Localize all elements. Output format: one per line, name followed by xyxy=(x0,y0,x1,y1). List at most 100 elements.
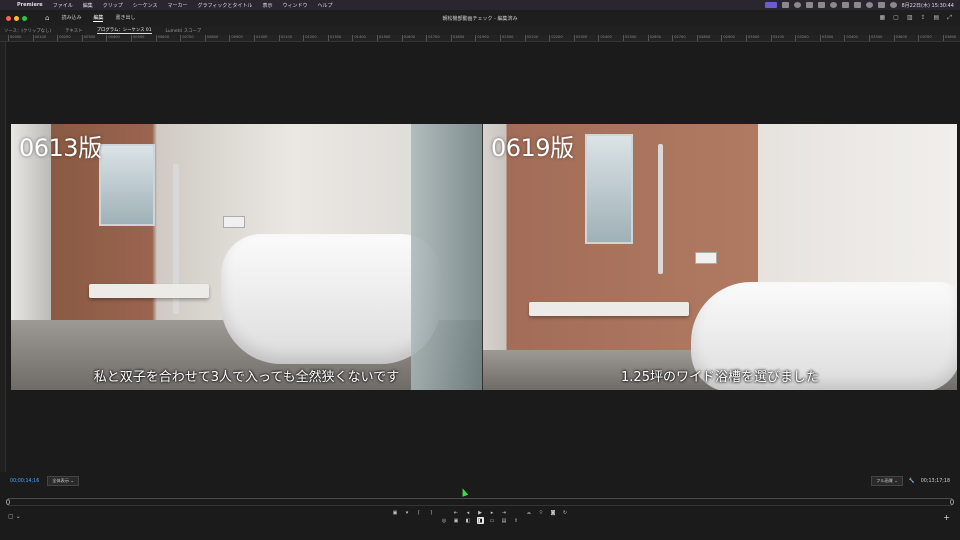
status-icon[interactable] xyxy=(805,2,813,8)
ruler-tick: 00500 xyxy=(131,35,145,41)
fit-dropdown[interactable]: 全体表示 ⌄ xyxy=(47,476,79,486)
comparison-view-icon[interactable]: ◧ xyxy=(465,517,472,524)
marker-icon[interactable]: ▾ xyxy=(404,509,411,516)
tab-text[interactable]: テキスト xyxy=(65,28,82,34)
app-header: ⌂ 読み込み 編集 書き出し 朝松機部動画チェック - 編集済み ▦ ▢ ▥ ⇪… xyxy=(0,10,960,26)
status-icon[interactable] xyxy=(817,2,825,8)
mark-out-icon[interactable]: ⌉ xyxy=(428,509,435,516)
tab-export[interactable]: 書き出し xyxy=(115,14,135,22)
horizontal-ruler: 00000 00100 00200 00300 00400 00500 00600 00700… xyxy=(0,35,960,42)
wifi-icon[interactable] xyxy=(865,2,873,8)
export-frame-icon[interactable]: ◙ xyxy=(550,509,557,516)
quick-export-icon[interactable]: ▤ xyxy=(934,14,940,22)
status-icon[interactable] xyxy=(829,2,837,8)
overlay-icon[interactable]: ▭ xyxy=(489,517,496,524)
ruler-tick: 01700 xyxy=(426,35,440,41)
status-icon[interactable] xyxy=(841,2,849,8)
menu-marker[interactable]: マーカー xyxy=(163,2,193,9)
ruler-tick: 01600 xyxy=(401,35,416,41)
menu-view[interactable]: 表示 xyxy=(257,2,277,9)
home-icon[interactable]: ⌂ xyxy=(45,14,49,22)
ruler-tick: 02100 xyxy=(524,35,539,41)
control-panel xyxy=(695,252,717,264)
lock-icon[interactable]: ▣ xyxy=(392,509,399,516)
menu-help[interactable]: ヘルプ xyxy=(312,2,337,9)
plus-icon[interactable]: + xyxy=(943,513,950,522)
lift-icon[interactable]: ⌓ xyxy=(526,509,533,516)
quality-dropdown[interactable]: フル画質 ⌄ xyxy=(871,476,903,486)
menu-sequence[interactable]: シーケンス xyxy=(128,2,163,9)
out-handle[interactable] xyxy=(950,499,954,505)
panel-icon[interactable]: ▢ xyxy=(893,14,899,22)
minimize-window-icon[interactable] xyxy=(14,15,19,21)
transport-row-1: ▣ ▾ ⌈ ⌉ ⇤ ◂ ▶ ▸ ⇥ ⌓ ⌔ ◙ ↻ xyxy=(0,509,960,516)
scrub-bar[interactable] xyxy=(6,498,954,506)
document-title: 朝松機部動画チェック - 編集済み xyxy=(442,16,518,22)
layout-icon[interactable]: ▥ xyxy=(907,14,913,22)
mirror xyxy=(99,144,155,226)
maximize-window-icon[interactable] xyxy=(22,15,27,21)
menu-app[interactable]: Premiere xyxy=(12,2,48,8)
program-monitor[interactable]: 0613版 私と双子を合わせて3人で入っても全然狭くないです 0619版 1.2… xyxy=(6,42,960,472)
search-icon[interactable] xyxy=(877,2,885,8)
video-panel-right: 0619版 1.25坪のワイド浴槽を選びました xyxy=(483,124,957,390)
in-handle[interactable] xyxy=(6,499,10,505)
wrench-icon[interactable]: 🔧 xyxy=(909,479,915,484)
step-forward-icon[interactable]: ▸ xyxy=(489,509,496,516)
tab-source[interactable]: ソース：(クリップなし) xyxy=(4,28,51,34)
workspaces-icon[interactable]: ▦ xyxy=(879,14,885,22)
screen-record-icon[interactable] xyxy=(764,2,777,8)
fullscreen-icon[interactable]: ⤢ xyxy=(947,14,952,22)
step-back-icon[interactable]: ◂ xyxy=(465,509,472,516)
menu-edit[interactable]: 編集 xyxy=(78,2,98,9)
tab-lumetri-scopes[interactable]: Lumetri スコープ xyxy=(166,28,202,34)
go-to-out-icon[interactable]: ⇥ xyxy=(501,509,508,516)
ruler-tick: 02300 xyxy=(573,35,588,41)
menu-clip[interactable]: クリップ xyxy=(98,2,128,9)
ruler-tick: 00700 xyxy=(180,35,194,41)
video-frame: 0613版 私と双子を合わせて3人で入っても全然狭くないです 0619版 1.2… xyxy=(11,124,957,390)
tab-program[interactable]: プログラム：シーケンス 01 xyxy=(96,27,152,34)
multicam-icon[interactable]: ▣ xyxy=(453,517,460,524)
panel-tabs: ソース：(クリップなし) テキスト プログラム：シーケンス 01 Lumetri… xyxy=(0,26,960,35)
mark-in-icon[interactable]: ⌈ xyxy=(416,509,423,516)
ruler-tick: 01900 xyxy=(475,35,489,41)
ruler-tick: 03800 xyxy=(942,35,957,41)
battery-icon[interactable] xyxy=(853,2,861,8)
status-icon[interactable] xyxy=(781,2,789,8)
menu-window[interactable]: ウィンドウ xyxy=(277,2,312,9)
loop-icon[interactable]: ↻ xyxy=(562,509,569,516)
play-icon[interactable]: ▶ xyxy=(477,509,484,516)
menubar-status-area: 8月22日(木) 15:30:44 xyxy=(764,2,960,9)
ruler-tick: 00800 xyxy=(204,35,219,41)
ruler-tick: 03700 xyxy=(918,35,932,41)
split-view-icon[interactable]: ◨ xyxy=(476,517,484,524)
menu-file[interactable]: ファイル xyxy=(48,2,78,9)
share-icon[interactable]: ⇪ xyxy=(920,14,925,22)
control-center-icon[interactable] xyxy=(889,2,897,8)
go-to-in-icon[interactable]: ⇤ xyxy=(453,509,460,516)
ruler-tick: 00000 xyxy=(8,35,22,41)
safe-margins-icon[interactable]: ◎ xyxy=(441,517,448,524)
ruler-tick: 00300 xyxy=(81,35,96,41)
vr-icon[interactable]: ▤ xyxy=(501,517,508,524)
ruler-tick: 01100 xyxy=(278,35,293,41)
version-label-left: 0613版 xyxy=(19,134,102,162)
status-icon[interactable] xyxy=(793,2,801,8)
ruler-tick: 01300 xyxy=(327,35,342,41)
ruler-tick: 01800 xyxy=(450,35,465,41)
version-label-right: 0619版 xyxy=(491,134,574,162)
close-window-icon[interactable] xyxy=(6,15,11,21)
share-icon[interactable]: ⇪ xyxy=(513,517,520,524)
menu-graphics[interactable]: グラフィックとタイトル xyxy=(193,2,258,9)
menubar-clock[interactable]: 8月22日(木) 15:30:44 xyxy=(902,2,955,9)
ruler-tick: 02800 xyxy=(696,35,711,41)
playhead-timecode[interactable]: 00;00;14;16 xyxy=(10,479,39,484)
ruler-tick: 02400 xyxy=(598,35,612,41)
extract-icon[interactable]: ⌔ xyxy=(538,509,545,516)
tab-import[interactable]: 読み込み xyxy=(61,14,81,22)
tab-edit[interactable]: 編集 xyxy=(93,14,104,22)
ruler-tick: 03400 xyxy=(844,35,858,41)
shelf xyxy=(529,302,689,316)
mouse-cursor-icon xyxy=(459,487,469,497)
